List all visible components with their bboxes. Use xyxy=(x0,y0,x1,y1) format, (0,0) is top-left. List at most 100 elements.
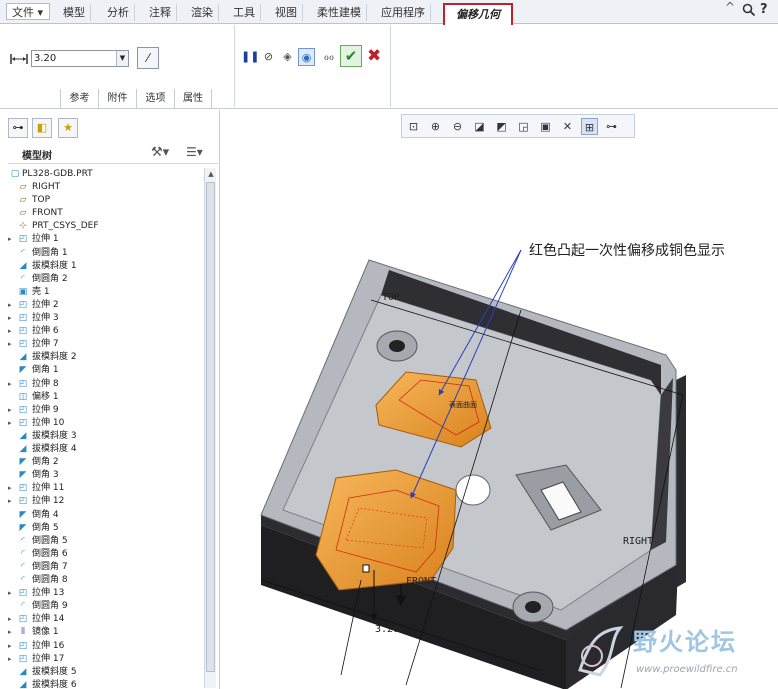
favorites-tab-icon[interactable]: ★ xyxy=(58,118,78,138)
extrude-icon: ◰ xyxy=(18,640,28,651)
expand-arrow-icon[interactable]: ▸ xyxy=(8,299,16,312)
subtab-references[interactable]: 参考 xyxy=(60,89,98,108)
divider xyxy=(390,25,391,107)
expand-arrow-icon[interactable]: ▸ xyxy=(8,640,16,653)
drag-handle[interactable] xyxy=(362,564,370,573)
tree-item-label: 拔模斜度 3 xyxy=(32,430,77,441)
graphics-viewport[interactable]: ⊡ ⊕ ⊖ ◪ ◩ ◲ ▣ ✕ ⊞ ⊶ 红色凸起一次性偏移成铜色显示 TOP R… xyxy=(221,110,778,689)
tree-item-label: 倒圆角 2 xyxy=(32,273,68,284)
subtab-properties[interactable]: 属性 xyxy=(174,89,212,108)
expand-arrow-icon[interactable]: ▸ xyxy=(8,482,16,495)
tree-item-label: 倒圆角 7 xyxy=(32,561,68,572)
tree-item-label: 拉伸 1 xyxy=(32,234,59,245)
tree-item-label: 拉伸 16 xyxy=(32,640,65,651)
pause-button[interactable]: ❚❚ xyxy=(241,48,259,66)
expand-arrow-icon[interactable]: ▸ xyxy=(8,338,16,351)
extrude-icon: ◰ xyxy=(18,339,28,350)
menu-tools[interactable]: 工具 xyxy=(228,4,261,21)
expand-arrow-icon[interactable]: ▸ xyxy=(8,378,16,391)
part-icon: ▢ xyxy=(10,169,20,179)
part-model-view xyxy=(260,249,686,689)
expand-arrow-icon[interactable]: ▸ xyxy=(8,325,16,338)
glasses-icon[interactable]: ℴℴ xyxy=(319,48,339,66)
search-icon[interactable] xyxy=(742,3,756,17)
menu-file[interactable]: 文件 ▾ xyxy=(6,3,50,20)
extrude-icon: ◰ xyxy=(18,326,28,337)
cancel-x-button[interactable]: ✖ xyxy=(367,46,381,66)
expand-arrow-icon[interactable]: ▸ xyxy=(8,312,16,325)
extrude-icon: ◰ xyxy=(18,234,28,245)
shell-icon: ▣ xyxy=(18,286,28,297)
tree-item-label: 拉伸 14 xyxy=(32,614,65,625)
boss-hole-top xyxy=(389,340,405,352)
extrude-icon: ◰ xyxy=(18,483,28,494)
expand-arrow-icon[interactable]: ▸ xyxy=(8,417,16,430)
subtab-attachments[interactable]: 附件 xyxy=(98,89,136,108)
extrude-icon: ◰ xyxy=(18,417,28,428)
minimize-ribbon-icon[interactable]: ^ xyxy=(725,0,735,14)
scroll-up-icon[interactable]: ▲ xyxy=(205,168,217,180)
tree-item-label: 倒圆角 5 xyxy=(32,535,68,546)
expand-arrow-icon[interactable]: ▸ xyxy=(8,653,16,666)
flip-direction-button[interactable]: ⁄ xyxy=(137,47,159,69)
preview-icon[interactable]: ◈ xyxy=(279,48,296,66)
menu-annotate[interactable]: 注释 xyxy=(144,4,177,21)
menu-analysis[interactable]: 分析 xyxy=(102,4,135,21)
tree-item-label: 拉伸 2 xyxy=(32,299,59,310)
csys-icon: ⊹ xyxy=(19,221,27,232)
tree-item-label: 拔模斜度 6 xyxy=(32,679,77,689)
datum-plane-icon: ▱ xyxy=(19,182,27,192)
layer-tree-tab-icon[interactable]: ◧ xyxy=(32,118,52,138)
extrude-icon: ◰ xyxy=(18,496,28,507)
center-hole xyxy=(455,474,491,506)
tree-item-label: 倒圆角 8 xyxy=(32,575,68,585)
ok-check-button[interactable]: ✔ xyxy=(340,45,362,67)
verify-icon[interactable]: ◉ xyxy=(298,48,315,66)
model-tree-header: 模型树 ⚒▾ ☰▾ xyxy=(8,144,218,164)
tree-settings-icon[interactable]: ⚒▾ xyxy=(151,145,169,160)
tree-show-icon[interactable]: ☰▾ xyxy=(186,145,203,159)
offset-value-dropdown[interactable]: 3.20 ▼ xyxy=(31,50,129,67)
expand-arrow-icon[interactable]: ▸ xyxy=(8,233,16,246)
chevron-down-icon[interactable]: ▼ xyxy=(116,51,128,66)
subtab-options[interactable]: 选项 xyxy=(136,89,174,108)
dimension-label[interactable]: 3.20 xyxy=(375,624,399,635)
model-tree-title: 模型树 xyxy=(22,151,52,162)
round-icon: ◜ xyxy=(21,561,25,572)
tree-item-label: 拉伸 10 xyxy=(32,417,65,428)
help-icon[interactable]: ? xyxy=(760,2,768,17)
menu-applications[interactable]: 应用程序 xyxy=(376,4,431,21)
model-tree-tab-icon[interactable]: ⊶ xyxy=(8,118,28,138)
draft-icon: ◢ xyxy=(19,352,27,363)
menu-model[interactable]: 模型 xyxy=(58,4,91,21)
tree-scrollbar[interactable]: ▲ xyxy=(204,168,216,688)
tree-item-label: 拉伸 12 xyxy=(32,496,65,507)
round-icon: ◜ xyxy=(21,273,25,284)
expand-arrow-icon[interactable]: ▸ xyxy=(8,626,16,639)
tree-item-label: 拉伸 6 xyxy=(32,326,59,337)
divider xyxy=(234,25,235,107)
watermark-url: www.proewildfire.cn xyxy=(636,664,738,675)
tree-item-label: TOP xyxy=(32,195,51,206)
expand-arrow-icon[interactable]: ▸ xyxy=(8,404,16,417)
draft-icon: ◢ xyxy=(19,444,27,454)
extrude-icon: ◰ xyxy=(18,653,28,664)
expand-arrow-icon[interactable]: ▸ xyxy=(8,495,16,508)
tree-item-label: PRT_CSYS_DEF xyxy=(32,221,99,232)
menu-bar: 文件 ▾ 模型 分析 注释 渲染 工具 视图 柔性建模 应用程序 偏移几何 ^ … xyxy=(0,0,778,28)
tree-item-label: 倒角 3 xyxy=(32,470,59,481)
extrude-icon: ◰ xyxy=(18,588,28,599)
surface-note: 表面曲面 xyxy=(449,401,477,409)
expand-arrow-icon[interactable]: ▸ xyxy=(8,613,16,626)
boss-hole-bottom xyxy=(525,601,541,613)
menu-flexible-modeling[interactable]: 柔性建模 xyxy=(312,4,367,21)
watermark-text: 野火论坛 xyxy=(633,628,737,656)
no-preview-button[interactable]: ⊘ xyxy=(260,48,277,66)
tree-item-label: 拉伸 7 xyxy=(32,339,59,350)
expand-arrow-icon[interactable]: ▸ xyxy=(8,587,16,600)
scroll-thumb[interactable] xyxy=(206,182,215,672)
menu-view[interactable]: 视图 xyxy=(270,4,303,21)
annotation-note: 红色凸起一次性偏移成铜色显示 xyxy=(529,243,725,259)
extrude-icon: ◰ xyxy=(18,299,28,310)
menu-render[interactable]: 渲染 xyxy=(186,4,219,21)
